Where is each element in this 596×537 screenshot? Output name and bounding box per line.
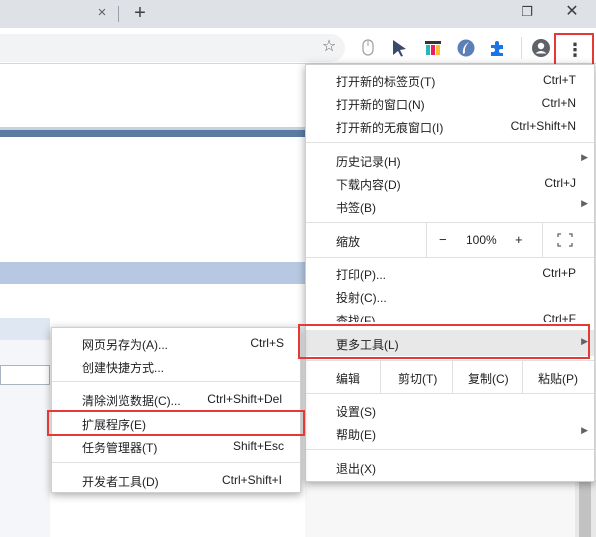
- page-input-field[interactable]: [0, 365, 50, 385]
- edit-divider: [452, 361, 453, 393]
- profile-avatar-icon[interactable]: [531, 38, 551, 58]
- submenu-separator: [52, 381, 300, 382]
- menu-item-downloads[interactable]: 下载内容(D) Ctrl+J: [306, 172, 594, 195]
- page-lower-area-right: [305, 480, 575, 537]
- menu-item-label: 打印(P)...: [336, 268, 386, 282]
- submenu-item-clear-data[interactable]: 清除浏览数据(C)... Ctrl+Shift+Del: [52, 388, 300, 410]
- submenu-item-label: 开发者工具(D): [82, 475, 159, 489]
- menu-item-new-window[interactable]: 打开新的窗口(N) Ctrl+N: [306, 92, 594, 115]
- new-tab-button[interactable]: +: [130, 3, 150, 23]
- menu-item-shortcut: Ctrl+N: [541, 96, 576, 110]
- menu-item-label: 打开新的窗口(N): [336, 98, 425, 112]
- menu-item-help[interactable]: 帮助(E) ▶: [306, 422, 594, 445]
- address-bar[interactable]: [0, 34, 345, 62]
- menu-item-shortcut: Ctrl+F: [543, 312, 576, 322]
- menu-item-new-tab[interactable]: 打开新的标签页(T) Ctrl+T: [306, 69, 594, 92]
- cut-button[interactable]: 剪切(T): [398, 370, 437, 387]
- menu-item-shortcut: Ctrl+T: [543, 73, 576, 87]
- menu-item-cast[interactable]: 投射(C)...: [306, 285, 594, 308]
- submenu-arrow-icon: ▶: [581, 425, 588, 435]
- menu-item-label: 退出(X): [336, 462, 376, 476]
- submenu-item-save-page[interactable]: 网页另存为(A)... Ctrl+S: [52, 332, 300, 354]
- menu-item-find[interactable]: 查找(F)... Ctrl+F: [306, 308, 594, 322]
- cursor-extension-icon[interactable]: [391, 39, 409, 57]
- edit-divider: [522, 361, 523, 393]
- menu-item-label: 书签(B): [336, 201, 376, 215]
- menu-item-exit[interactable]: 退出(X): [306, 456, 594, 479]
- menu-item-label: 投射(C)...: [336, 291, 387, 305]
- zoom-divider: [426, 223, 427, 257]
- menu-separator: [306, 257, 594, 258]
- extensions-highlight: [47, 410, 305, 436]
- submenu-separator: [52, 462, 300, 463]
- page-section-bar: [0, 262, 305, 284]
- zoom-out-button[interactable]: −: [439, 232, 447, 247]
- menu-item-label: 下载内容(D): [336, 178, 401, 192]
- menu-item-label: 打开新的无痕窗口(I): [336, 121, 444, 135]
- submenu-item-label: 清除浏览数据(C)...: [82, 394, 181, 408]
- close-window-button[interactable]: ✕: [562, 3, 582, 21]
- submenu-item-shortcut: Ctrl+S: [250, 336, 284, 350]
- more-tools-highlight: [298, 324, 590, 359]
- tab-strip: [0, 0, 596, 28]
- menu-item-bookmarks[interactable]: 书签(B) ▶: [306, 195, 594, 218]
- page-section-bar-light: [0, 318, 50, 340]
- submenu-arrow-icon: ▶: [581, 152, 588, 162]
- menu-item-label: 设置(S): [336, 405, 376, 419]
- color-extension-icon[interactable]: [424, 39, 442, 57]
- submenu-item-task-manager[interactable]: 任务管理器(T) Shift+Esc: [52, 435, 300, 457]
- submenu-item-shortcut: Ctrl+Shift+I: [221, 473, 282, 487]
- menu-item-zoom: 缩放 − 100% +: [306, 223, 594, 257]
- chrome-menu-button[interactable]: ⋮: [566, 38, 584, 62]
- menu-item-label: 查找(F)...: [336, 314, 386, 322]
- menu-item-label: 历史记录(H): [336, 155, 401, 169]
- menu-item-print[interactable]: 打印(P)... Ctrl+P: [306, 262, 594, 285]
- submenu-item-label: 创建快捷方式...: [82, 361, 165, 375]
- submenu-item-dev-tools[interactable]: 开发者工具(D) Ctrl+Shift+I: [52, 469, 300, 491]
- submenu-arrow-icon: ▶: [581, 198, 588, 208]
- fullscreen-icon[interactable]: [557, 233, 573, 247]
- menu-item-shortcut: Ctrl+J: [544, 176, 576, 190]
- extensions-puzzle-icon[interactable]: [488, 39, 506, 57]
- zoom-divider: [542, 223, 543, 257]
- menu-separator: [306, 449, 594, 450]
- scrollbar-thumb[interactable]: [579, 482, 591, 537]
- zoom-label: 缩放: [336, 235, 361, 249]
- copy-button[interactable]: 复制(C): [468, 370, 509, 387]
- submenu-item-shortcut: Ctrl+Shift+Del: [207, 392, 282, 406]
- submenu-item-label: 网页另存为(A)...: [82, 338, 168, 352]
- page-header-bar: [0, 130, 305, 137]
- menu-item-label: 帮助(E): [336, 428, 376, 442]
- tab-separator: [118, 6, 119, 22]
- menu-separator: [306, 393, 594, 394]
- menu-item-label: 打开新的标签页(T): [336, 75, 436, 89]
- menu-item-shortcut: Ctrl+P: [542, 266, 576, 280]
- submenu-item-shortcut: Shift+Esc: [232, 439, 284, 453]
- menu-item-shortcut: Ctrl+Shift+N: [510, 119, 576, 133]
- edit-label: 编辑: [336, 372, 361, 386]
- menu-separator: [306, 142, 594, 143]
- restore-window-button[interactable]: ❐: [518, 3, 536, 21]
- menu-item-edit: 编辑 剪切(T) 复制(C) 粘贴(P): [306, 361, 594, 393]
- submenu-item-label: 任务管理器(T): [82, 441, 158, 455]
- submenu-item-create-shortcut[interactable]: 创建快捷方式...: [52, 355, 300, 377]
- zoom-value: 100%: [466, 233, 497, 247]
- bookmark-star-icon[interactable]: ☆: [320, 38, 338, 56]
- tab-close-icon[interactable]: ×: [94, 5, 110, 21]
- toolbar-divider: [521, 37, 522, 59]
- paste-button[interactable]: 粘贴(P): [538, 370, 578, 387]
- menu-item-settings[interactable]: 设置(S): [306, 399, 594, 422]
- menu-item-new-incognito[interactable]: 打开新的无痕窗口(I) Ctrl+Shift+N: [306, 115, 594, 138]
- feather-extension-icon[interactable]: [456, 38, 476, 58]
- edit-divider: [380, 361, 381, 393]
- zoom-in-button[interactable]: +: [515, 232, 523, 247]
- menu-item-history[interactable]: 历史记录(H) ▶: [306, 149, 594, 172]
- mouse-extension-icon[interactable]: [361, 39, 375, 57]
- chrome-main-menu: 打开新的标签页(T) Ctrl+T 打开新的窗口(N) Ctrl+N 打开新的无…: [305, 64, 595, 482]
